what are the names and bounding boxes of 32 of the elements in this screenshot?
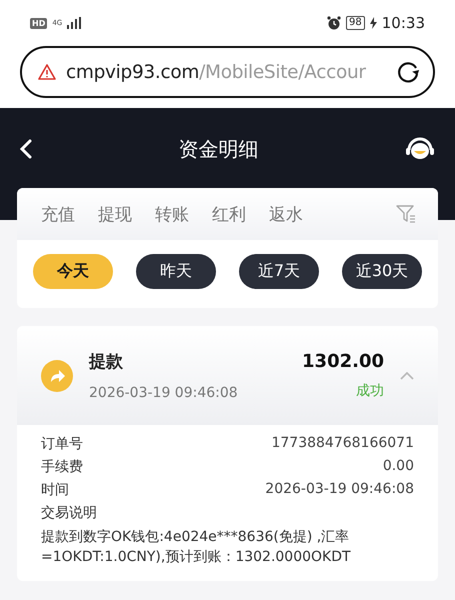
- detail-value: 2026-03-19 09:46:08: [265, 481, 414, 499]
- detail-value: 0.00: [382, 458, 414, 476]
- clock-time: 10:33: [382, 14, 425, 32]
- note-text: 提款到数字OK钱包:4e024e***8636(免提) ,汇率=1OKDT:1.0CNY),预计到账：1302.0000OKDT: [41, 528, 352, 567]
- hd-badge: HD: [30, 18, 48, 28]
- record-amount: 1302.00: [302, 351, 384, 372]
- detail-label: 时间: [41, 481, 69, 499]
- category-tab[interactable]: 提现: [98, 202, 132, 226]
- warning-icon: [38, 64, 56, 80]
- detail-label: 手续费: [41, 458, 83, 476]
- record-status: 成功: [356, 382, 384, 400]
- page-title: 资金明细: [178, 136, 258, 162]
- category-tab[interactable]: 红利: [212, 202, 246, 226]
- record-time: 2026-03-19 09:46:08: [89, 385, 239, 401]
- category-tab[interactable]: 返水: [269, 202, 303, 226]
- back-icon[interactable]: [20, 139, 32, 159]
- url-text: cmpvip93.com/MobileSite/Accour: [66, 62, 367, 82]
- date-filter-button[interactable]: 昨天: [136, 254, 216, 288]
- note-label: 交易说明: [41, 504, 98, 522]
- category-tab[interactable]: 转账: [155, 202, 189, 226]
- detail-value: 1773884768166071: [271, 435, 414, 453]
- signal-icon: [67, 17, 82, 29]
- alarm-icon: [327, 16, 342, 30]
- detail-label: 订单号: [41, 435, 83, 453]
- date-filter-button[interactable]: 近30天: [342, 254, 422, 288]
- record-title: 提款: [89, 351, 124, 373]
- date-filter-button[interactable]: 近7天: [239, 254, 319, 288]
- charging-icon: [370, 17, 377, 29]
- date-filter-button[interactable]: 今天: [33, 254, 113, 288]
- battery-level: 98: [346, 16, 365, 30]
- address-bar[interactable]: cmpvip93.com/MobileSite/Accour: [20, 46, 435, 98]
- category-tab[interactable]: 充值: [41, 202, 75, 226]
